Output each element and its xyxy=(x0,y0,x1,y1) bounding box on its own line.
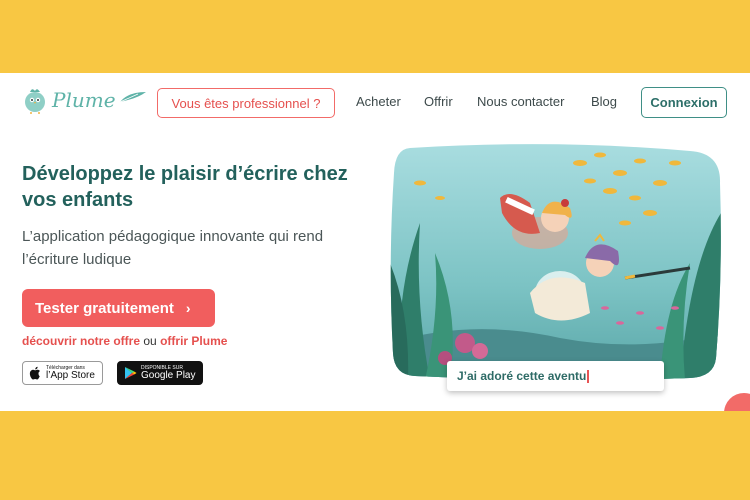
hero-subtitle: L’application pédagogique innovante qui … xyxy=(22,228,324,268)
discover-offer-link[interactable]: découvrir notre offre xyxy=(22,334,140,348)
text-caret xyxy=(587,369,589,383)
apple-icon xyxy=(29,366,40,380)
chevron-right-icon: › xyxy=(185,300,191,316)
brand-name: Plume xyxy=(52,88,116,112)
app-store-badge[interactable]: Télécharger dans l’App Store xyxy=(22,361,103,385)
hero-title: Développez le plaisir d’écrire chez vos … xyxy=(22,163,348,211)
bird-icon xyxy=(25,89,45,114)
offer-links: découvrir notre offre ou offrir Plume xyxy=(22,334,227,348)
underwater-fairies-illustration xyxy=(390,144,721,380)
gift-plume-link[interactable]: offrir Plume xyxy=(160,334,227,348)
gplay-big-text: Google Play xyxy=(141,369,196,381)
nav-item-contact[interactable]: Nous contacter xyxy=(477,94,564,109)
cta-label: Tester gratuitement xyxy=(35,299,174,317)
nav-item-offrir[interactable]: Offrir xyxy=(424,94,453,109)
nav-item-acheter[interactable]: Acheter xyxy=(356,94,401,109)
or-text: ou xyxy=(143,334,157,348)
feather-icon xyxy=(119,92,146,103)
typing-preview-field: J’ai adoré cette aventu xyxy=(447,361,664,391)
chat-widget-button[interactable] xyxy=(724,393,750,411)
login-button[interactable]: Connexion xyxy=(641,87,727,118)
nav-item-blog[interactable]: Blog xyxy=(591,94,617,109)
typing-text: J’ai adoré cette aventu xyxy=(457,369,587,383)
try-free-button[interactable]: Tester gratuitement › xyxy=(22,289,215,327)
landing-page: Plume Vous êtes professionnel ? Acheter … xyxy=(0,73,750,411)
google-play-badge[interactable]: DISPONIBLE SUR Google Play xyxy=(117,361,203,385)
google-play-icon xyxy=(125,367,137,379)
appstore-big-text: l’App Store xyxy=(46,369,95,381)
professional-button[interactable]: Vous êtes professionnel ? xyxy=(157,88,335,118)
plume-logo[interactable]: Plume xyxy=(22,86,148,114)
